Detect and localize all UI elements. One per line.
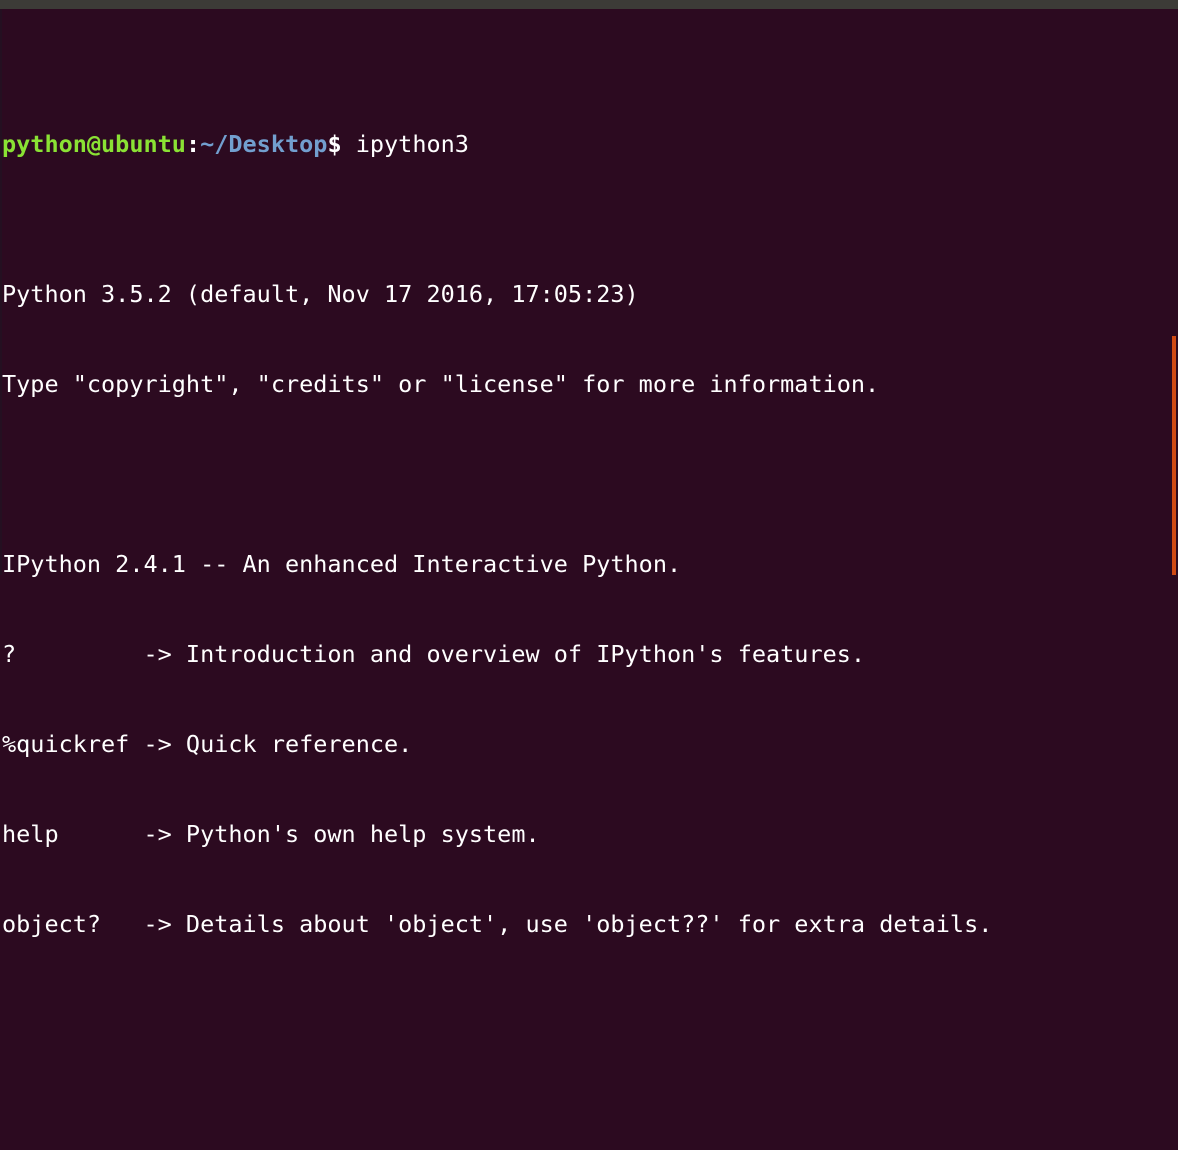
shell-command: ipython3 <box>355 130 469 158</box>
terminal-window: python@ubuntu:~/Desktop$ ipython3 Python… <box>0 0 1178 938</box>
banner-blank-line <box>0 459 1178 489</box>
window-titlebar[interactable] <box>0 0 1178 9</box>
ipython-help-question: ? -> Introduction and overview of IPytho… <box>2 640 866 668</box>
prompt-dollar: $ <box>327 130 356 158</box>
terminal-screen[interactable]: python@ubuntu:~/Desktop$ ipython3 Python… <box>0 9 1178 938</box>
prompt-path: ~/Desktop <box>200 130 328 158</box>
shell-prompt-line: python@ubuntu:~/Desktop$ ipython3 <box>0 129 1178 159</box>
prompt-colon: : <box>185 130 201 158</box>
scrollbar-track[interactable] <box>1170 9 1178 575</box>
ipython-help-help: help -> Python's own help system. <box>2 820 540 848</box>
python-copyright-line: Type "copyright", "credits" or "license"… <box>2 370 880 398</box>
ipython-help-quickref: %quickref -> Quick reference. <box>2 730 413 758</box>
python-version-line: Python 3.5.2 (default, Nov 17 2016, 17:0… <box>2 280 639 308</box>
prompt-user-host: python@ubuntu <box>2 130 186 158</box>
scrollbar-thumb[interactable] <box>1172 336 1176 575</box>
ipython-help-object: object? -> Details about 'object', use '… <box>2 910 993 938</box>
